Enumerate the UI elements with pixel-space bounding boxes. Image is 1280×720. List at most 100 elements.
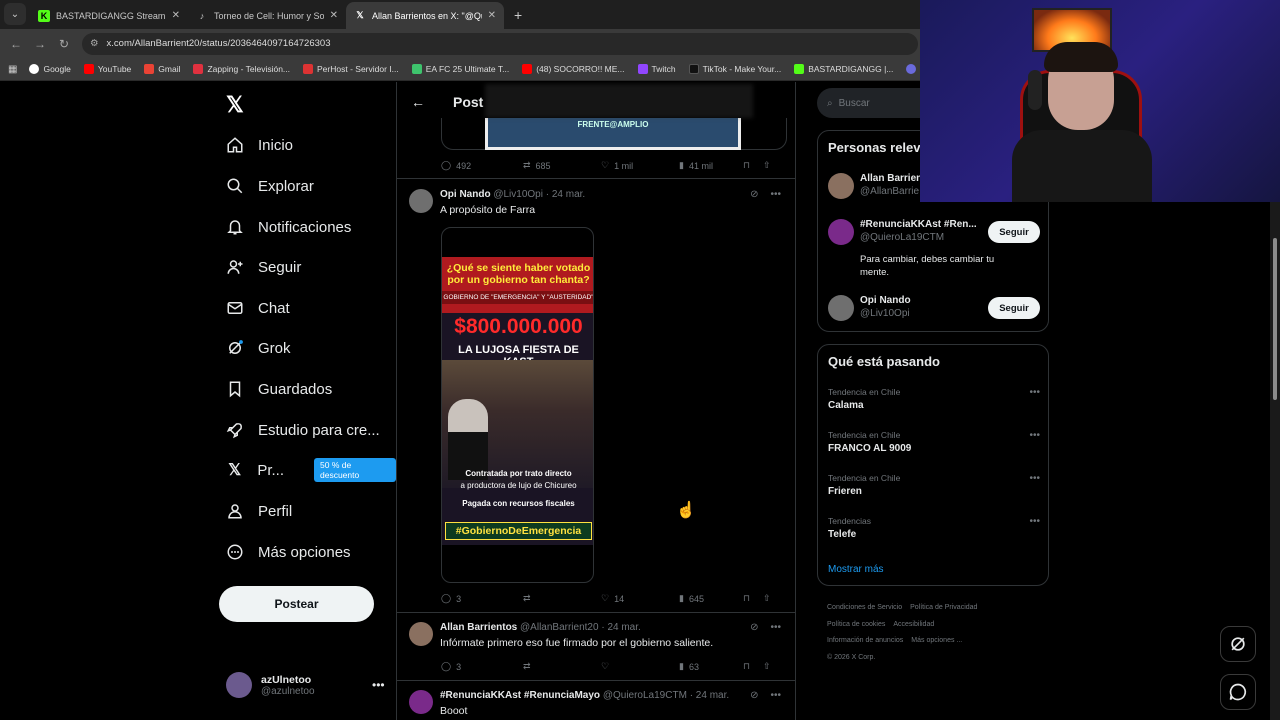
more-icon[interactable]: ••• (1029, 387, 1040, 398)
sidebar-item-seguir[interactable]: Seguir (226, 255, 301, 279)
person-card[interactable]: Opi Nando @Liv10Opi Seguir (828, 295, 1040, 325)
sidebar-item-perfil[interactable]: Perfil (226, 499, 292, 523)
repost-button[interactable]: ⇄ (523, 661, 601, 672)
page-scrollbar[interactable] (1270, 202, 1280, 720)
like-button[interactable]: ♡ (601, 661, 679, 672)
avatar[interactable] (409, 189, 433, 213)
messages-floating-button[interactable] (1220, 674, 1256, 710)
grok-icon[interactable]: ⊘ (750, 690, 758, 701)
back-arrow-icon[interactable]: ← (411, 94, 425, 110)
tab-torneo[interactable]: ♪ Torneo de Cell: Humor y Sorpre ✕ (188, 2, 346, 29)
person-card[interactable]: #RenunciaKKAst #Ren... @QuieroLa19CTM Pa… (828, 219, 1040, 279)
trend-item[interactable]: Tendencia en Chile Calama ••• (828, 387, 1040, 411)
post-date[interactable]: · 24 mar. (690, 690, 729, 701)
account-switcher[interactable]: azUlnetoo @azulnetoo ••• (226, 672, 385, 698)
author-name[interactable]: Allan Barrientos (440, 622, 517, 633)
author-handle[interactable]: @Liv10Opi (493, 189, 543, 200)
tab-search-button[interactable]: ⌄ (4, 3, 26, 25)
more-icon[interactable]: ••• (770, 690, 781, 701)
post-date[interactable]: · 24 mar. (546, 189, 585, 200)
trend-item[interactable]: Tendencia en Chile Frieren ••• (828, 473, 1040, 497)
avatar[interactable] (828, 295, 854, 321)
sidebar-item-explorar[interactable]: Explorar (226, 174, 314, 198)
url-input[interactable]: ⚙ x.com/AllanBarrient20/status/203646409… (82, 32, 918, 55)
bookmark-zapping[interactable]: Zapping - Televisión... (193, 64, 290, 74)
like-button[interactable]: ♡ 1 mil (601, 160, 679, 171)
author-handle[interactable]: @AllanBarrient20 (520, 622, 599, 633)
reload-icon[interactable]: ↻ (52, 37, 76, 51)
post-date[interactable]: · 24 mar. (601, 622, 640, 633)
reply-post[interactable]: Opi Nando @Liv10Opi · 24 mar. A propósit… (409, 189, 789, 219)
bookmark-twitch[interactable]: Twitch (637, 64, 676, 74)
repost-button[interactable]: ⇄ 685 (523, 160, 601, 171)
footer-link[interactable]: Información de anuncios (827, 637, 903, 644)
discount-badge[interactable]: 50 % de descuento (314, 458, 396, 482)
avatar[interactable] (828, 219, 854, 245)
sidebar-item-mas-opciones[interactable]: Más opciones (226, 540, 351, 564)
footer-link[interactable]: Más opciones ... (911, 637, 962, 644)
close-icon[interactable]: ✕ (172, 10, 180, 21)
tab-bastardigangg[interactable]: K BASTARDIGANGG Stream - Wa ✕ (30, 2, 188, 29)
grok-icon[interactable]: ⊘ (750, 189, 758, 200)
share-button[interactable]: ⇧ (763, 593, 771, 604)
post-button[interactable]: Postear (219, 586, 374, 622)
post-image[interactable]: ¿Qué se siente haber votado por un gobie… (441, 227, 594, 583)
scrollbar-thumb[interactable] (1273, 238, 1277, 400)
reply-button[interactable]: ◯ 492 (441, 160, 523, 171)
reply-post[interactable]: #RenunciaKKAst #RenunciaMayo @QuieroLa19… (409, 690, 789, 720)
author-name[interactable]: #RenunciaKKAst #RenunciaMayo (440, 690, 600, 701)
reply-button[interactable]: ◯ 3 (441, 661, 523, 672)
sidebar-item-chat[interactable]: Chat (226, 296, 290, 320)
bookmark-youtube[interactable]: YouTube (83, 64, 131, 74)
person-name[interactable]: Opi Nando (860, 295, 978, 306)
tab-allan-barrientos[interactable]: 𝕏 Allan Barrientos en X: "@Quiero ✕ (346, 2, 504, 29)
footer-link[interactable]: Accesibilidad (893, 621, 934, 628)
site-info-icon[interactable]: ⚙ (90, 38, 99, 49)
person-name[interactable]: #RenunciaKKAst #Ren... (860, 219, 978, 230)
sidebar-item-notificaciones[interactable]: Notificaciones (226, 215, 351, 239)
bookmark-button[interactable]: ⊓ (743, 160, 763, 171)
show-more-link[interactable]: Mostrar más (828, 564, 884, 575)
bookmark-eafc[interactable]: EA FC 25 Ultimate T... (411, 64, 509, 74)
forward-icon[interactable]: → (28, 37, 52, 51)
bookmark-google[interactable]: Google (29, 64, 71, 74)
bookmark-button[interactable]: ⊓ (743, 661, 763, 672)
sidebar-item-guardados[interactable]: Guardados (226, 377, 332, 401)
close-icon[interactable]: ✕ (330, 10, 338, 21)
close-icon[interactable]: ✕ (488, 10, 496, 21)
footer-link[interactable]: Política de Privacidad (910, 604, 977, 611)
bookmark-gmail[interactable]: Gmail (144, 64, 180, 74)
repost-button[interactable]: ⇄ (523, 593, 601, 604)
avatar[interactable] (409, 622, 433, 646)
share-button[interactable]: ⇧ (763, 160, 771, 171)
new-tab-button[interactable]: + (504, 7, 532, 29)
like-button[interactable]: ♡ 14 (601, 593, 679, 604)
avatar[interactable] (409, 690, 433, 714)
back-icon[interactable]: ← (4, 37, 28, 51)
follow-button[interactable]: Seguir (988, 297, 1040, 319)
author-name[interactable]: Opi Nando (440, 189, 491, 200)
sidebar-item-premium[interactable]: 𝕏 Pr... 50 % de descuento (226, 458, 396, 482)
more-icon[interactable]: ••• (770, 189, 781, 200)
bookmark-perhost[interactable]: PerHost - Servidor I... (303, 64, 399, 74)
sidebar-item-grok[interactable]: Grok (226, 336, 291, 360)
footer-link[interactable]: Condiciones de Servicio (827, 604, 902, 611)
avatar[interactable] (828, 173, 854, 199)
bookmark-tiktok[interactable]: TikTok - Make Your... (688, 64, 781, 74)
reply-button[interactable]: ◯ 3 (441, 593, 523, 604)
bookmark-socorro[interactable]: (48) SOCORRO!! ME... (522, 64, 625, 74)
bookmark-bastardigangg[interactable]: BASTARDIGANGG |... (794, 64, 893, 74)
views-button[interactable]: ▮ 63 (679, 661, 743, 672)
views-button[interactable]: ▮ 41 mil (679, 160, 743, 171)
reply-post[interactable]: Allan Barrientos @AllanBarrient20 · 24 m… (409, 622, 789, 652)
previous-post-media[interactable]: FRENTE@AMPLIO (485, 118, 741, 150)
trend-item[interactable]: Tendencias Telefe ••• (828, 516, 1040, 540)
more-icon[interactable]: ••• (1029, 430, 1040, 441)
apps-icon[interactable]: ▦ (8, 64, 17, 75)
follow-button[interactable]: Seguir (988, 221, 1040, 243)
grok-icon[interactable]: ⊘ (750, 622, 758, 633)
x-logo-icon[interactable]: 𝕏 (226, 92, 244, 118)
more-icon[interactable]: ••• (1029, 473, 1040, 484)
bookmark-button[interactable]: ⊓ (743, 593, 763, 604)
grok-floating-button[interactable] (1220, 626, 1256, 662)
